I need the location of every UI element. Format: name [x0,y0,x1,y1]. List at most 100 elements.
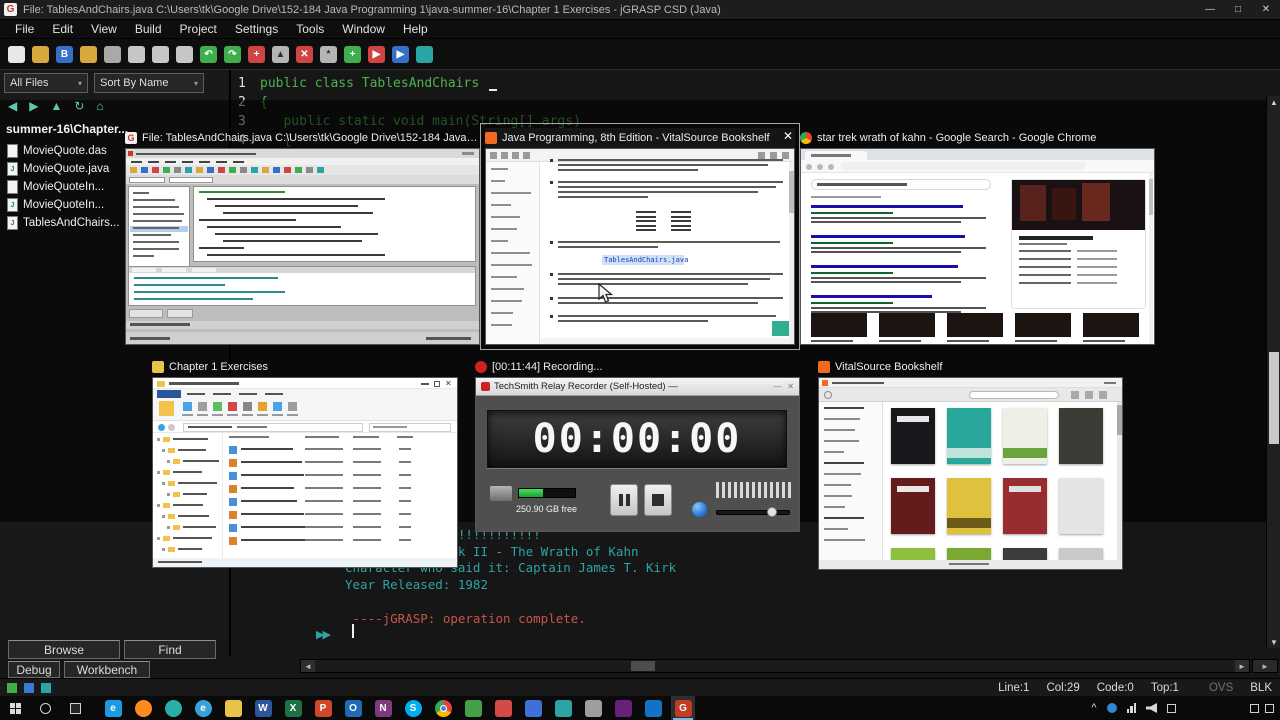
undo-icon[interactable]: ↶ [200,45,217,63]
minimize-icon[interactable]: — [1196,0,1224,20]
scrollbar-thumb[interactable] [1269,352,1279,444]
taskbar-chrome[interactable] [431,696,455,720]
status-blk: BLK [1250,681,1272,694]
scroll-corner[interactable]: ► [1252,659,1278,673]
alt-tab-thumbnail-recorder[interactable]: [00:11:44] Recording... TechSmith Relay … [475,357,800,532]
taskbar-jgrasp[interactable]: G [671,696,695,720]
tray-app-icon[interactable] [1167,703,1176,713]
up-icon[interactable]: ▲ [272,45,289,63]
skeleton [305,474,343,476]
add-icon[interactable]: + [248,45,265,63]
files-filter-dropdown[interactable]: All Files ▾ [4,73,88,93]
taskbar-app-teal[interactable] [161,696,185,720]
skeleton [550,273,553,276]
scroll-up-icon[interactable]: ▲ [1267,96,1280,108]
skeleton [969,391,1059,399]
alt-tab-thumbnail-file-explorer[interactable]: Chapter 1 Exercises ✕ [152,357,458,568]
cut-icon[interactable] [176,45,193,63]
copy-icon[interactable] [128,45,145,63]
app-gray-icon [584,699,602,717]
paste-icon[interactable] [152,45,169,63]
menu-window[interactable]: Window [333,22,394,36]
skeleton [947,448,991,458]
taskbar-onenote[interactable]: N [371,696,395,720]
new-file-icon[interactable] [8,45,25,63]
menu-build[interactable]: Build [126,22,171,36]
debug-tab[interactable]: Debug [8,661,60,678]
taskbar-visual-studio[interactable] [611,696,635,720]
delete-icon[interactable]: ✕ [296,45,313,63]
menu-file[interactable]: File [6,22,43,36]
menu-view[interactable]: View [82,22,126,36]
taskbar-app-gray[interactable] [581,696,605,720]
open-file-icon[interactable] [32,45,49,63]
skeleton [819,402,883,560]
file-icon: J [7,198,18,212]
close-icon[interactable]: ✕ [1252,0,1280,20]
taskbar-word[interactable]: W [251,696,275,720]
compile-icon[interactable]: + [344,45,361,63]
scroll-right-icon[interactable]: ► [1235,660,1249,672]
taskbar-internet-explorer[interactable]: e [191,696,215,720]
taskbar-app-blue[interactable] [521,696,545,720]
scroll-left-icon[interactable]: ◄ [301,660,315,672]
skeleton [199,219,297,221]
horizontal-scrollbar[interactable]: ◄ ► [300,659,1250,673]
maximize-icon[interactable]: □ [1224,0,1252,20]
sort-dropdown[interactable]: Sort By Name ▾ [94,73,204,93]
alt-tab-thumbnail-chrome[interactable]: star trek wrath of kahn - Google Search … [800,128,1155,345]
home-icon[interactable]: ⌂ [96,99,103,113]
taskbar-powerpoint[interactable]: P [311,696,335,720]
taskbar-outlook[interactable]: O [341,696,365,720]
taskbar-edge[interactable]: e [101,696,125,720]
menu-edit[interactable]: Edit [43,22,82,36]
open-folder-icon[interactable] [80,45,97,63]
editor-vertical-scrollbar[interactable]: ▲ ▼ [1266,96,1280,648]
taskbar-excel[interactable]: X [281,696,305,720]
tray-expand-icon[interactable]: ^ [1091,702,1096,714]
refresh-icon[interactable]: ↻ [74,99,84,113]
workbench-tab[interactable]: Workbench [64,661,150,678]
find-tab[interactable]: Find [124,640,216,659]
menu-project[interactable]: Project [171,22,226,36]
up-icon[interactable]: ▲ [50,99,62,113]
alt-tab-thumbnail-bookshelf-reader[interactable]: ✕ Java Programming, 8th Edition - VitalS… [480,123,800,350]
print-icon[interactable] [104,45,121,63]
taskbar-app-red[interactable] [491,696,515,720]
alt-tab-thumbnail-bookshelf-library[interactable]: VitalSource Bookshelf [818,357,1123,570]
scroll-down-icon[interactable]: ▼ [1267,636,1280,648]
tray-icon[interactable] [1250,703,1259,713]
settings-icon[interactable]: * [320,45,337,63]
recorder-tray-icon[interactable] [1106,703,1117,713]
taskbar-app-green[interactable] [461,696,485,720]
close-icon[interactable]: ✕ [783,130,793,142]
taskbar-file-explorer[interactable] [221,696,245,720]
volume-icon[interactable] [1146,703,1157,713]
onenote-icon: N [374,699,392,717]
menu-settings[interactable]: Settings [226,22,287,36]
taskbar-firefox[interactable] [131,696,155,720]
back-icon[interactable]: ◀ [8,99,17,113]
save-icon[interactable]: B [56,45,73,63]
scrollbar-thumb[interactable] [631,661,655,671]
alt-tab-thumbnail-jgrasp[interactable]: G File: TablesAndChairs.java C:\Users\tk… [125,128,480,345]
browse-tab[interactable]: Browse [8,640,120,659]
skeleton [130,323,190,326]
taskbar-store[interactable] [641,696,665,720]
task-view-button[interactable] [60,696,90,720]
taskbar-app-teal-2[interactable] [551,696,575,720]
search-button[interactable] [30,696,60,720]
redo-icon[interactable]: ↷ [224,45,241,63]
menu-help[interactable]: Help [394,22,437,36]
skeleton [811,277,986,279]
debug-icon[interactable]: ▶ [392,45,409,63]
menu-tools[interactable]: Tools [287,22,333,36]
forward-icon[interactable]: ▶ [29,99,38,113]
run-icon[interactable]: ▶ [368,45,385,63]
taskbar-skype[interactable]: S [401,696,425,720]
tray-icon[interactable] [1265,703,1274,713]
network-icon[interactable] [1126,703,1136,713]
messages-icon[interactable] [416,45,433,63]
start-button[interactable] [0,696,30,720]
skeleton [305,448,343,450]
